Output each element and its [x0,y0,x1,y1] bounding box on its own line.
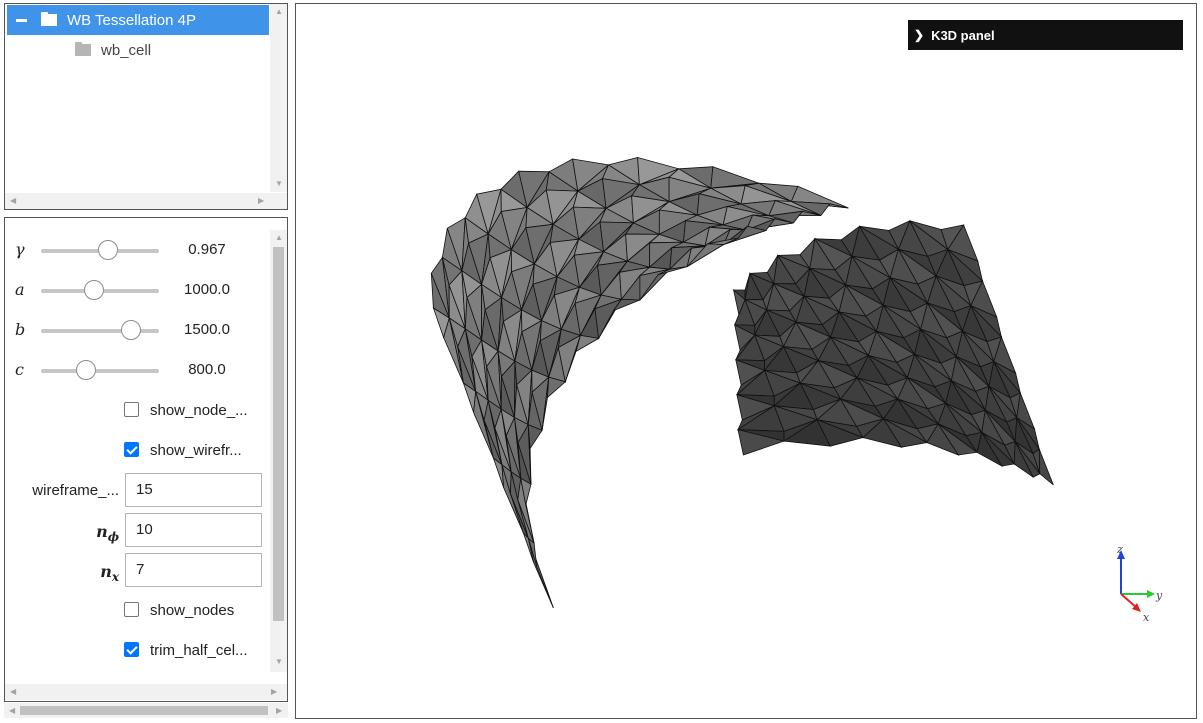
checkbox-label: show_wirefr... [150,442,242,459]
slider-value: 1500.0 [184,321,230,338]
checkbox-label: trim_half_cel... [150,642,248,659]
tree-item-wb-cell[interactable]: wb_cell [7,35,269,65]
slider-value: 1000.0 [184,281,230,298]
field-label: wireframe_... [32,482,119,499]
show-wireframe-checkbox[interactable] [124,442,139,457]
slider-a-row: a 1000.0 [5,272,265,308]
folder-icon [75,42,91,56]
slider-c-row: c 800.0 [5,352,265,388]
n-x-input[interactable]: 7 [125,553,262,587]
slider-track[interactable] [41,329,159,333]
k3d-panel-toggle[interactable]: ❯ K3D panel [908,20,1183,50]
collapse-icon[interactable] [16,18,27,22]
controls-horizontal-scrollbar[interactable]: ◀ ▶ [5,684,287,700]
mesh-facet-inner [1038,448,1054,486]
slider-label: c [15,360,24,379]
checkbox-label: show_node_... [150,402,248,419]
k3d-panel-label: K3D panel [931,27,995,43]
scroll-up-arrow-icon[interactable]: ▲ [275,8,283,16]
chevron-right-icon: ❯ [914,28,925,42]
trim-half-cells-row: trim_half_cel... [5,632,265,668]
y-axis-label: y [1155,589,1163,602]
mesh-facet-outer [575,334,600,353]
page-horizontal-scrollbar[interactable]: ◀ ▶ [4,703,288,718]
trim-half-cells-checkbox[interactable] [124,642,139,657]
tree-vertical-scrollbar[interactable]: ▲ ▼ [270,4,287,192]
n-phi-row: nϕ 10 [5,513,265,549]
show-node-labels-row: show_node_... [5,392,265,428]
wireframe-width-input[interactable]: 15 [125,473,262,507]
tree-horizontal-scrollbar[interactable]: ◀ ▶ [5,193,287,209]
slider-thumb[interactable] [84,280,105,300]
show-nodes-checkbox[interactable] [124,602,139,617]
scroll-down-arrow-icon[interactable]: ▼ [275,180,283,188]
scroll-left-arrow-icon[interactable]: ◀ [9,707,15,715]
scroll-right-arrow-icon[interactable]: ▶ [276,707,282,715]
controls-panel: γ 0.967 a 1000.0 b 1500.0 c 800.0 show_n… [4,217,288,702]
mesh-facet-outer [527,536,538,568]
scroll-right-arrow-icon[interactable]: ▶ [271,688,277,696]
checkbox-label: show_nodes [150,602,235,619]
slider-thumb[interactable] [98,240,119,260]
scroll-right-arrow-icon[interactable]: ▶ [258,197,264,205]
field-label-base: n [96,522,108,541]
scrollbar-thumb[interactable] [273,247,284,621]
show-nodes-row: show_nodes [5,592,265,628]
slider-label: γ [15,240,25,259]
slider-value: 800.0 [188,361,226,378]
n-phi-input[interactable]: 10 [125,513,262,547]
slider-thumb[interactable] [120,320,141,340]
tessellation-mesh[interactable] [296,4,1196,718]
scroll-left-arrow-icon[interactable]: ◀ [10,197,16,205]
y-arrow-icon [1147,590,1155,598]
slider-value: 0.967 [188,241,226,258]
controls-vertical-scrollbar[interactable]: ▲ ▼ [270,230,287,672]
tree-item-label: wb_cell [101,41,152,59]
slider-track[interactable] [41,369,159,373]
n-x-row: nx 7 [5,553,265,589]
scrollbar-thumb[interactable] [20,706,268,715]
slider-label: b [15,320,26,339]
show-wireframe-row: show_wirefr... [5,432,265,468]
wireframe-width-row: wireframe_... 15 [5,473,265,509]
scroll-up-arrow-icon[interactable]: ▲ [275,234,283,242]
scroll-left-arrow-icon[interactable]: ◀ [10,688,16,696]
tree-item-wb-tessellation[interactable]: WB Tessellation 4P [7,5,269,35]
z-axis-label: z [1116,543,1123,556]
field-label: nϕ [96,522,119,544]
field-label: nx [100,562,119,584]
tree-panel: WB Tessellation 4P wb_cell ▲ ▼ ◀ ▶ [4,3,288,210]
tree-item-label: WB Tessellation 4P [67,11,196,29]
field-label-sub: x [111,570,119,585]
scroll-down-arrow-icon[interactable]: ▼ [275,658,283,666]
field-label-base: n [100,562,112,581]
slider-thumb[interactable] [75,360,96,380]
folder-icon [41,12,57,26]
slider-label: a [15,280,25,299]
k3d-viewport[interactable]: ❯ K3D panel z y x [295,3,1197,719]
field-label-sub: ϕ [107,530,119,545]
slider-gamma-row: γ 0.967 [5,232,265,268]
slider-b-row: b 1500.0 [5,312,265,348]
show-node-labels-checkbox[interactable] [124,402,139,417]
x-axis-label: x [1143,611,1150,622]
axes-triad: z y x [1116,543,1163,622]
